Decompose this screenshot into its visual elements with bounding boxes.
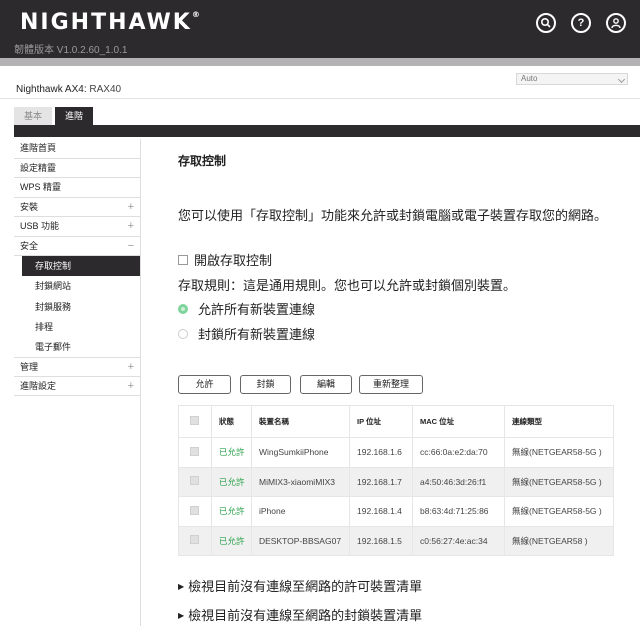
table-row[interactable]: 已允許 MiMIX3-xiaomiMIX3 192.168.1.7 a4:50:… bbox=[178, 466, 614, 497]
sidebar-item-setup-wizard[interactable]: 設定精靈 bbox=[14, 159, 140, 178]
col-connection-type: 連線類型 bbox=[504, 405, 614, 438]
sidebar-item-admin[interactable]: 管理 + bbox=[14, 357, 140, 377]
model-label: Nighthawk AX4: RAX40 bbox=[16, 84, 122, 95]
tab-advanced[interactable]: 進階 bbox=[55, 107, 93, 125]
ip-cell: 192.168.1.5 bbox=[349, 525, 413, 556]
row-checkbox[interactable] bbox=[190, 535, 199, 545]
row-checkbox[interactable] bbox=[190, 505, 199, 515]
divider bbox=[0, 98, 640, 99]
device-name-cell: MiMIX3-xiaomiMIX3 bbox=[251, 466, 350, 497]
sidebar-item-block-sites[interactable]: 封鎖網站 bbox=[14, 276, 140, 296]
access-rules-text: 存取規則：這是通用規則。您也可以允許或封鎖個別裝置。 bbox=[178, 278, 517, 293]
col-mac: MAC 位址 bbox=[412, 405, 505, 438]
radio-allow-label: 允許所有新裝置連線 bbox=[198, 302, 316, 317]
help-icon[interactable]: ? bbox=[571, 13, 591, 33]
intro-text: 您可以使用「存取控制」功能來允許或封鎖電腦或電子裝置存取您的網路。 bbox=[178, 208, 608, 223]
radio-block-row[interactable]: 封鎖所有新裝置連線 bbox=[178, 324, 315, 343]
connection-type-cell: 無線(NETGEAR58-5G ) bbox=[504, 437, 614, 468]
sidebar-item-security[interactable]: 安全 − bbox=[14, 237, 140, 256]
radio-allow-row[interactable]: 允許所有新裝置連線 bbox=[178, 299, 315, 318]
edit-button[interactable]: 編輯 bbox=[300, 375, 352, 394]
enable-checkbox[interactable] bbox=[178, 254, 188, 265]
user-icon[interactable] bbox=[606, 13, 626, 33]
col-status: 狀態 bbox=[211, 405, 252, 438]
row-checkbox[interactable] bbox=[190, 446, 199, 456]
device-table: 狀態 裝置名稱 IP 位址 MAC 位址 連線類型 已允許 WingSumkii… bbox=[178, 405, 614, 556]
sidebar-item-usb[interactable]: USB 功能 + bbox=[14, 217, 140, 237]
enable-label: 開啟存取控制 bbox=[194, 253, 273, 268]
ip-cell: 192.168.1.6 bbox=[349, 437, 413, 468]
radio-allow[interactable] bbox=[178, 303, 188, 314]
expand-triangle-icon: ▶ bbox=[178, 582, 185, 591]
enable-access-control[interactable]: 開啟存取控制 bbox=[178, 250, 272, 269]
ip-cell: 192.168.1.7 bbox=[349, 466, 413, 497]
connection-type-cell: 無線(NETGEAR58 ) bbox=[504, 525, 614, 556]
allow-button[interactable]: 允許 bbox=[178, 375, 231, 394]
sidebar: 進階首頁 設定精靈 WPS 精靈 安裝 + USB 功能 + 安全 − 存取控制 封鎖… bbox=[14, 139, 140, 397]
col-ip: IP 位址 bbox=[349, 405, 413, 438]
radio-block-label: 封鎖所有新裝置連線 bbox=[198, 327, 316, 342]
blocked-offline-devices-link[interactable]: ▶ 檢視目前沒有連線至網路的封鎖裝置清單 bbox=[178, 605, 422, 624]
expand-icon[interactable]: + bbox=[128, 377, 134, 396]
table-header: 狀態 裝置名稱 IP 位址 MAC 位址 連線類型 bbox=[178, 405, 614, 438]
language-select[interactable]: Auto bbox=[516, 73, 628, 85]
ip-cell: 192.168.1.4 bbox=[349, 496, 413, 527]
device-name-cell: WingSumkiiPhone bbox=[251, 437, 350, 468]
sidebar-border bbox=[140, 139, 141, 626]
block-button[interactable]: 封鎖 bbox=[240, 375, 291, 394]
row-checkbox[interactable] bbox=[190, 476, 199, 486]
expand-icon[interactable]: + bbox=[128, 358, 134, 377]
expand-icon[interactable]: + bbox=[128, 198, 134, 217]
mac-cell: c0:56:27:4e:ac:34 bbox=[412, 525, 505, 556]
select-all-checkbox[interactable] bbox=[190, 416, 199, 425]
device-name-cell: iPhone bbox=[251, 496, 350, 527]
table-row[interactable]: 已允許 iPhone 192.168.1.4 b8:63:4d:71:25:86… bbox=[178, 496, 614, 527]
connection-type-cell: 無線(NETGEAR58-5G ) bbox=[504, 466, 614, 497]
table-row[interactable]: 已允許 DESKTOP-BBSAG07 192.168.1.5 c0:56:27… bbox=[178, 525, 614, 556]
tab-basic[interactable]: 基本 bbox=[14, 107, 52, 125]
status-cell: 已允許 bbox=[211, 525, 252, 556]
refresh-button[interactable]: 重新整理 bbox=[359, 375, 423, 394]
tab-bar bbox=[14, 125, 640, 137]
allowed-offline-devices-link[interactable]: ▶ 檢視目前沒有連線至網路的許可裝置清單 bbox=[178, 576, 422, 595]
header-strip bbox=[0, 58, 640, 66]
col-device-name: 裝置名稱 bbox=[251, 405, 350, 438]
sidebar-item-setup[interactable]: 安裝 + bbox=[14, 198, 140, 217]
status-cell: 已允許 bbox=[211, 466, 252, 497]
status-cell: 已允許 bbox=[211, 437, 252, 468]
select-all-cell bbox=[178, 405, 212, 438]
sidebar-item-email[interactable]: 電子郵件 bbox=[14, 337, 140, 357]
connection-type-cell: 無線(NETGEAR58-5G ) bbox=[504, 496, 614, 527]
top-header: NIGHTHAWK® 韌體版本 V1.0.2.60_1.0.1 ? bbox=[0, 0, 640, 58]
sidebar-item-schedule[interactable]: 排程 bbox=[14, 317, 140, 337]
expand-triangle-icon: ▶ bbox=[178, 611, 185, 620]
mac-cell: cc:66:0a:e2:da:70 bbox=[412, 437, 505, 468]
sidebar-item-advanced-setup[interactable]: 進階設定 + bbox=[14, 377, 140, 397]
expand-icon[interactable]: + bbox=[128, 217, 134, 236]
sidebar-item-access-control[interactable]: 存取控制 bbox=[22, 256, 140, 277]
table-row[interactable]: 已允許 WingSumkiiPhone 192.168.1.6 cc:66:0a… bbox=[178, 437, 614, 468]
mac-cell: b8:63:4d:71:25:86 bbox=[412, 496, 505, 527]
sidebar-item-block-services[interactable]: 封鎖服務 bbox=[14, 297, 140, 317]
nighthawk-logo: NIGHTHAWK® bbox=[20, 10, 202, 35]
sidebar-item-advanced-home[interactable]: 進階首頁 bbox=[14, 139, 140, 159]
status-cell: 已允許 bbox=[211, 496, 252, 527]
device-name-cell: DESKTOP-BBSAG07 bbox=[251, 525, 350, 556]
sidebar-item-wps-wizard[interactable]: WPS 精靈 bbox=[14, 178, 140, 198]
page-title: 存取控制 bbox=[178, 154, 227, 168]
collapse-icon[interactable]: − bbox=[128, 237, 134, 256]
firmware-version: 韌體版本 V1.0.2.60_1.0.1 bbox=[14, 45, 128, 56]
radio-block[interactable] bbox=[178, 328, 188, 339]
mac-cell: a4:50:46:3d:26:f1 bbox=[412, 466, 505, 497]
search-icon[interactable] bbox=[536, 13, 556, 33]
